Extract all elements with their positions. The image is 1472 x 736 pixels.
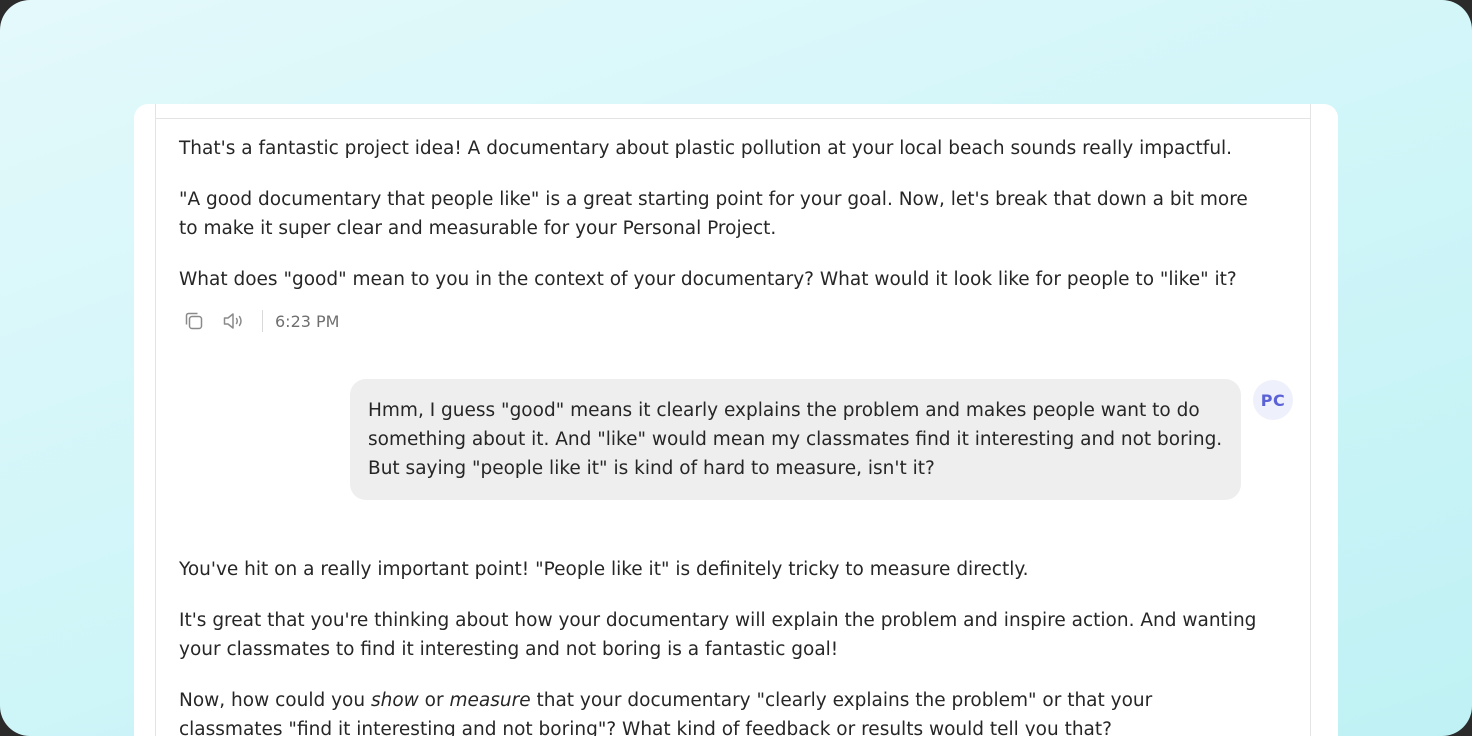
- paragraph-text: Now, how could you: [179, 690, 371, 711]
- assistant-message-paragraph: "A good documentary that people like" is…: [179, 189, 1248, 239]
- assistant-message-paragraph: You've hit on a really important point! …: [179, 559, 1029, 580]
- assistant-message-paragraph: It's great that you're thinking about ho…: [179, 610, 1257, 660]
- copy-icon[interactable]: [181, 308, 207, 334]
- assistant-message-paragraph: That's a fantastic project idea! A docum…: [179, 138, 1233, 159]
- paragraph-text: or: [418, 690, 450, 711]
- app-background: That's a fantastic project idea! A docum…: [0, 0, 1472, 736]
- message-timestamp: 6:23 PM: [275, 311, 340, 331]
- emphasis-measure: measure: [449, 690, 531, 711]
- assistant-message: That's a fantastic project idea! A docum…: [179, 134, 1259, 316]
- assistant-message-paragraph: Now, how could you show or measure that …: [179, 686, 1259, 736]
- user-avatar: PC: [1253, 380, 1293, 420]
- actions-separator: [262, 310, 263, 332]
- header-divider: [156, 118, 1310, 119]
- speaker-icon[interactable]: [221, 308, 247, 334]
- user-message-text: Hmm, I guess "good" means it clearly exp…: [368, 400, 1223, 479]
- user-message-bubble: Hmm, I guess "good" means it clearly exp…: [350, 379, 1241, 500]
- message-actions: 6:23 PM: [181, 307, 339, 335]
- assistant-message: You've hit on a really important point! …: [179, 555, 1259, 736]
- chat-panel: That's a fantastic project idea! A docum…: [155, 104, 1311, 736]
- chat-card: That's a fantastic project idea! A docum…: [134, 104, 1338, 736]
- emphasis-show: show: [370, 690, 419, 711]
- assistant-message-paragraph: What does "good" mean to you in the cont…: [179, 269, 1237, 290]
